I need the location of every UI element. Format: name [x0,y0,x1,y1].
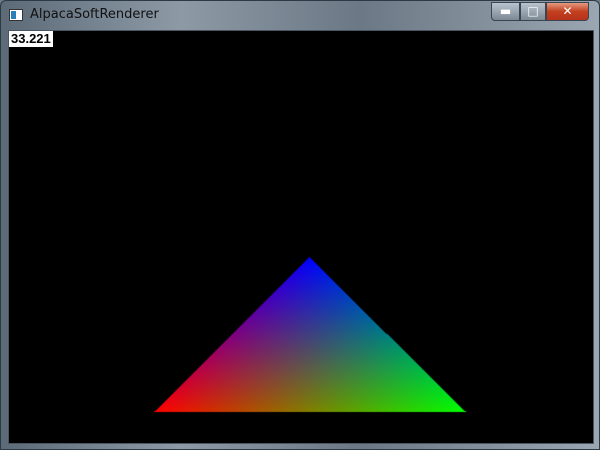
rendered-triangle [9,31,593,443]
app-icon [9,9,23,21]
minimize-button[interactable]: ▬ [491,2,520,21]
maximize-button[interactable]: □ [520,2,546,21]
window-title: AlpacaSoftRenderer [30,7,159,22]
render-viewport: 33.221 [8,30,594,444]
fps-counter: 33.221 [9,31,53,47]
app-window: AlpacaSoftRenderer ▬ □ ✕ 33.221 [0,0,600,450]
close-button[interactable]: ✕ [546,2,589,21]
title-bar[interactable]: AlpacaSoftRenderer ▬ □ ✕ [1,1,600,29]
